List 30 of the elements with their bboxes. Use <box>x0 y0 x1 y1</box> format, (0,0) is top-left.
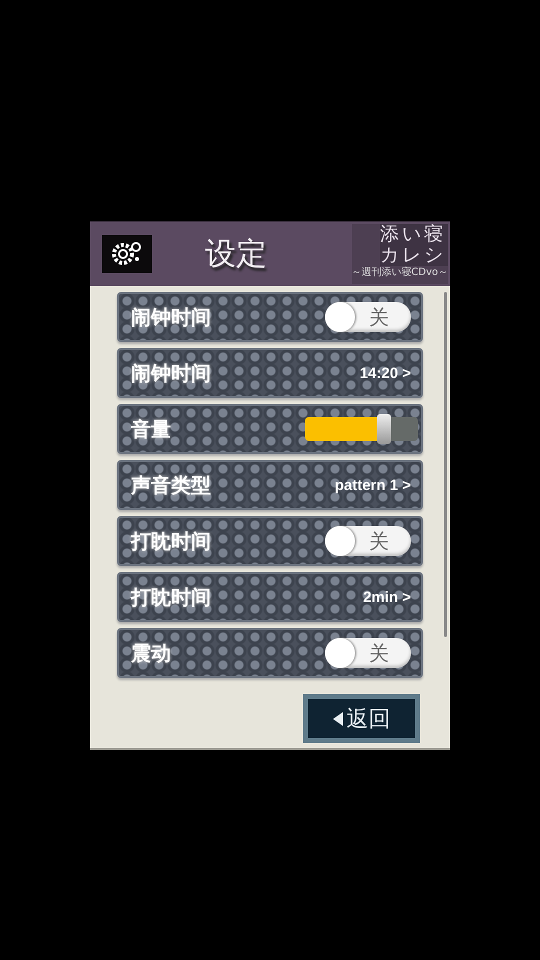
setting-label: 声音类型 <box>131 472 211 498</box>
logo-text: カレシ <box>380 245 448 266</box>
setting-label: 打眈时间 <box>131 528 211 554</box>
back-button[interactable]: 返回 <box>303 694 420 743</box>
setting-row[interactable]: 闹钟时间 14:20 > <box>117 348 423 398</box>
setting-value: 2min > <box>363 588 411 606</box>
setting-label: 震动 <box>131 640 171 666</box>
setting-label: 音量 <box>131 416 171 442</box>
setting-value: 14:20 > <box>360 364 411 382</box>
logo-text: 添い寝 <box>380 224 448 245</box>
setting-value: pattern 1 > <box>334 476 411 494</box>
setting-row[interactable]: 闹钟时间 关 <box>117 292 423 342</box>
setting-row[interactable]: 音量 <box>117 404 423 454</box>
setting-row[interactable]: 打眈时间 关 <box>117 516 423 566</box>
arrow-icon <box>332 712 342 726</box>
page-title: 设定 <box>205 235 267 274</box>
setting-label: 闹钟时间 <box>131 360 211 386</box>
toggle-switch[interactable]: 关 <box>325 638 411 668</box>
volume-slider[interactable] <box>305 417 418 441</box>
setting-row[interactable]: 打眈时间 2min > <box>117 572 423 622</box>
setting-row[interactable]: 声音类型 pattern 1 > <box>117 460 423 510</box>
gear-icon <box>102 235 152 273</box>
slider-handle[interactable] <box>377 414 392 444</box>
setting-label: 闹钟时间 <box>131 304 211 330</box>
toggle-switch[interactable]: 关 <box>325 302 411 332</box>
setting-label: 打眈时间 <box>131 584 211 610</box>
toggle-switch[interactable]: 关 <box>325 526 411 556</box>
setting-row[interactable]: 震动 关 <box>117 628 423 678</box>
logo-subtitle: ～週刊添い寝CDvo～ <box>351 266 448 280</box>
scrollbar[interactable] <box>444 292 447 637</box>
